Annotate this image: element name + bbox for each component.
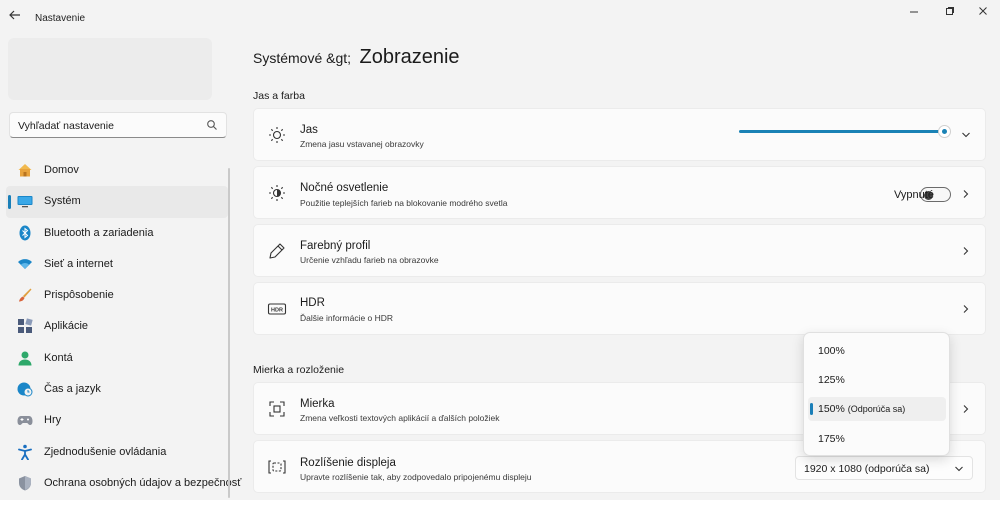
accessibility-icon — [18, 444, 32, 460]
scale-option-150[interactable]: 150% (Odporúča sa) — [808, 397, 946, 421]
hdr-subtitle: Ďalšie informácie o HDR — [300, 313, 394, 323]
sidebar-item-label: Ochrana osobných údajov a bezpečnosť — [44, 476, 242, 489]
page-title: Zobrazenie — [359, 46, 460, 68]
window-bottom-edge — [0, 500, 1000, 505]
brightness-slider-thumb[interactable] — [938, 125, 951, 138]
resolution-dropdown[interactable]: 1920 x 1080 (odporúča sa) — [795, 456, 973, 480]
sidebar-item-label: Zjednodušenie ovládania — [44, 445, 167, 458]
option-label: 125% — [818, 374, 845, 386]
person-icon — [18, 351, 32, 366]
eyedropper-icon — [269, 243, 285, 259]
night-light-title: Nočné osvetlenie — [300, 182, 389, 194]
sidebar-item-label: Domov — [44, 164, 79, 176]
search-icon[interactable] — [206, 119, 218, 131]
sidebar-item-bluetooth[interactable]: Bluetooth a zariadenia — [6, 218, 228, 249]
option-label: 100% — [818, 345, 845, 357]
scale-icon — [269, 401, 285, 417]
gamepad-icon — [17, 416, 33, 426]
section-heading-brightness-color: Jas a farba — [253, 90, 305, 102]
option-label: 175% — [818, 433, 845, 445]
scale-option-175[interactable]: 175% — [808, 427, 946, 451]
home-icon — [18, 164, 32, 177]
breadcrumb-parent[interactable]: Systémové &gt; — [253, 50, 351, 66]
chevron-down-icon — [955, 466, 963, 472]
resolution-value: 1920 x 1080 (odporúča sa) — [804, 463, 930, 475]
color-profile-subtitle: Určenie vzhľadu farieb na obrazovke — [300, 255, 439, 265]
breadcrumb: Systémové &gt; Zobrazenie — [253, 46, 460, 69]
brightness-slider-track[interactable] — [739, 130, 945, 133]
back-arrow-icon[interactable] — [6, 8, 24, 26]
brightness-title: Jas — [300, 124, 318, 136]
shield-icon — [19, 475, 31, 491]
resolution-title: Rozlíšenie displeja — [300, 457, 396, 469]
sidebar-item-label: Systém — [44, 195, 81, 208]
selection-indicator — [810, 403, 813, 415]
sidebar-item-label: Sieť a internet — [44, 257, 113, 270]
sidebar-item-label: Bluetooth a zariadenia — [44, 226, 154, 239]
hdr-icon-text: HDR — [271, 307, 283, 313]
chevron-right-icon[interactable] — [961, 404, 971, 414]
scale-dropdown-menu: 100% 125% 150% (Odporúča sa) 175% — [803, 332, 950, 456]
sidebar-item-apps[interactable]: Aplikácie — [6, 311, 228, 342]
chevron-right-icon[interactable] — [961, 304, 971, 314]
color-profile-card[interactable]: Farebný profil Určenie vzhľadu farieb na… — [253, 224, 986, 277]
brightness-card[interactable]: Jas Zmena jasu vstavanej obrazovky — [253, 108, 986, 161]
sidebar-scrollbar[interactable] — [228, 168, 230, 498]
night-light-subtitle: Použitie teplejších farieb na blokovanie… — [300, 198, 508, 208]
option-value: 150% — [818, 403, 845, 415]
sidebar-item-label: Čas a jazyk — [44, 383, 101, 396]
sidebar-item-network[interactable]: Sieť a internet — [6, 249, 228, 280]
globe-clock-icon — [17, 382, 33, 397]
app-title: Nastavenie — [35, 13, 86, 24]
chevron-down-icon[interactable] — [961, 130, 971, 140]
chevron-right-icon[interactable] — [961, 189, 971, 199]
sidebar-item-accounts[interactable]: Kontá — [6, 343, 228, 374]
settings-window: Nastavenie Domov Systém Bluetooth a zari… — [0, 0, 1000, 505]
bluetooth-icon — [19, 225, 31, 241]
sun-icon — [269, 127, 285, 143]
sidebar-item-label: Aplikácie — [44, 320, 89, 333]
sidebar-item-domov[interactable]: Domov — [6, 155, 228, 186]
sidebar-item-label: Kontá — [44, 351, 73, 364]
resolution-icon — [268, 460, 286, 474]
user-profile-card[interactable] — [8, 38, 212, 100]
selection-indicator — [8, 195, 11, 210]
sidebar-item-gaming[interactable]: Hry — [6, 405, 228, 436]
resolution-subtitle: Upravte rozlíšenie tak, aby zodpovedalo … — [300, 472, 532, 482]
scale-option-100[interactable]: 100% — [808, 339, 946, 363]
apps-icon — [18, 318, 33, 334]
sidebar-item-label: Hry — [44, 414, 62, 427]
night-light-card[interactable]: Nočné osvetlenie Použitie teplejších far… — [253, 166, 986, 219]
scale-title: Mierka — [300, 398, 335, 410]
scale-subtitle: Zmena veľkosti textových aplikácií a ďal… — [300, 413, 500, 423]
hdr-icon: HDR — [267, 303, 287, 315]
hdr-card[interactable]: HDR HDR Ďalšie informácie o HDR — [253, 282, 986, 335]
minimize-icon[interactable] — [902, 5, 926, 21]
option-label: 150% (Odporúča sa) — [818, 403, 905, 415]
sidebar-item-privacy[interactable]: Ochrana osobných údajov a bezpečnosť — [6, 468, 241, 499]
night-light-icon — [269, 185, 285, 201]
brush-icon — [19, 288, 32, 302]
sidebar-nav: Domov Systém Bluetooth a zariadenia Sieť… — [6, 155, 241, 499]
maximize-icon[interactable] — [938, 5, 962, 21]
wifi-icon — [18, 259, 32, 269]
search-box[interactable] — [9, 112, 227, 138]
close-icon[interactable] — [971, 5, 995, 21]
section-heading-scale-layout: Mierka a rozloženie — [253, 364, 345, 376]
option-note: (Odporúča sa) — [847, 404, 906, 414]
brightness-subtitle: Zmena jasu vstavanej obrazovky — [300, 139, 424, 149]
sidebar-item-accessibility[interactable]: Zjednodušenie ovládania — [6, 437, 228, 468]
sidebar-item-label: Prispôsobenie — [44, 289, 114, 302]
hdr-title: HDR — [300, 297, 325, 309]
color-profile-title: Farebný profil — [300, 240, 371, 252]
monitor-icon — [17, 196, 33, 208]
sidebar-item-system[interactable]: Systém — [6, 186, 228, 218]
sidebar-item-personalization[interactable]: Prispôsobenie — [6, 280, 228, 311]
chevron-right-icon[interactable] — [961, 246, 971, 256]
scale-option-125[interactable]: 125% — [808, 368, 946, 392]
night-light-toggle-label: Vypnuté — [894, 189, 934, 201]
title-bar: Nastavenie — [0, 0, 1000, 36]
search-input[interactable] — [18, 118, 203, 134]
sidebar-item-time-language[interactable]: Čas a jazyk — [6, 374, 228, 405]
